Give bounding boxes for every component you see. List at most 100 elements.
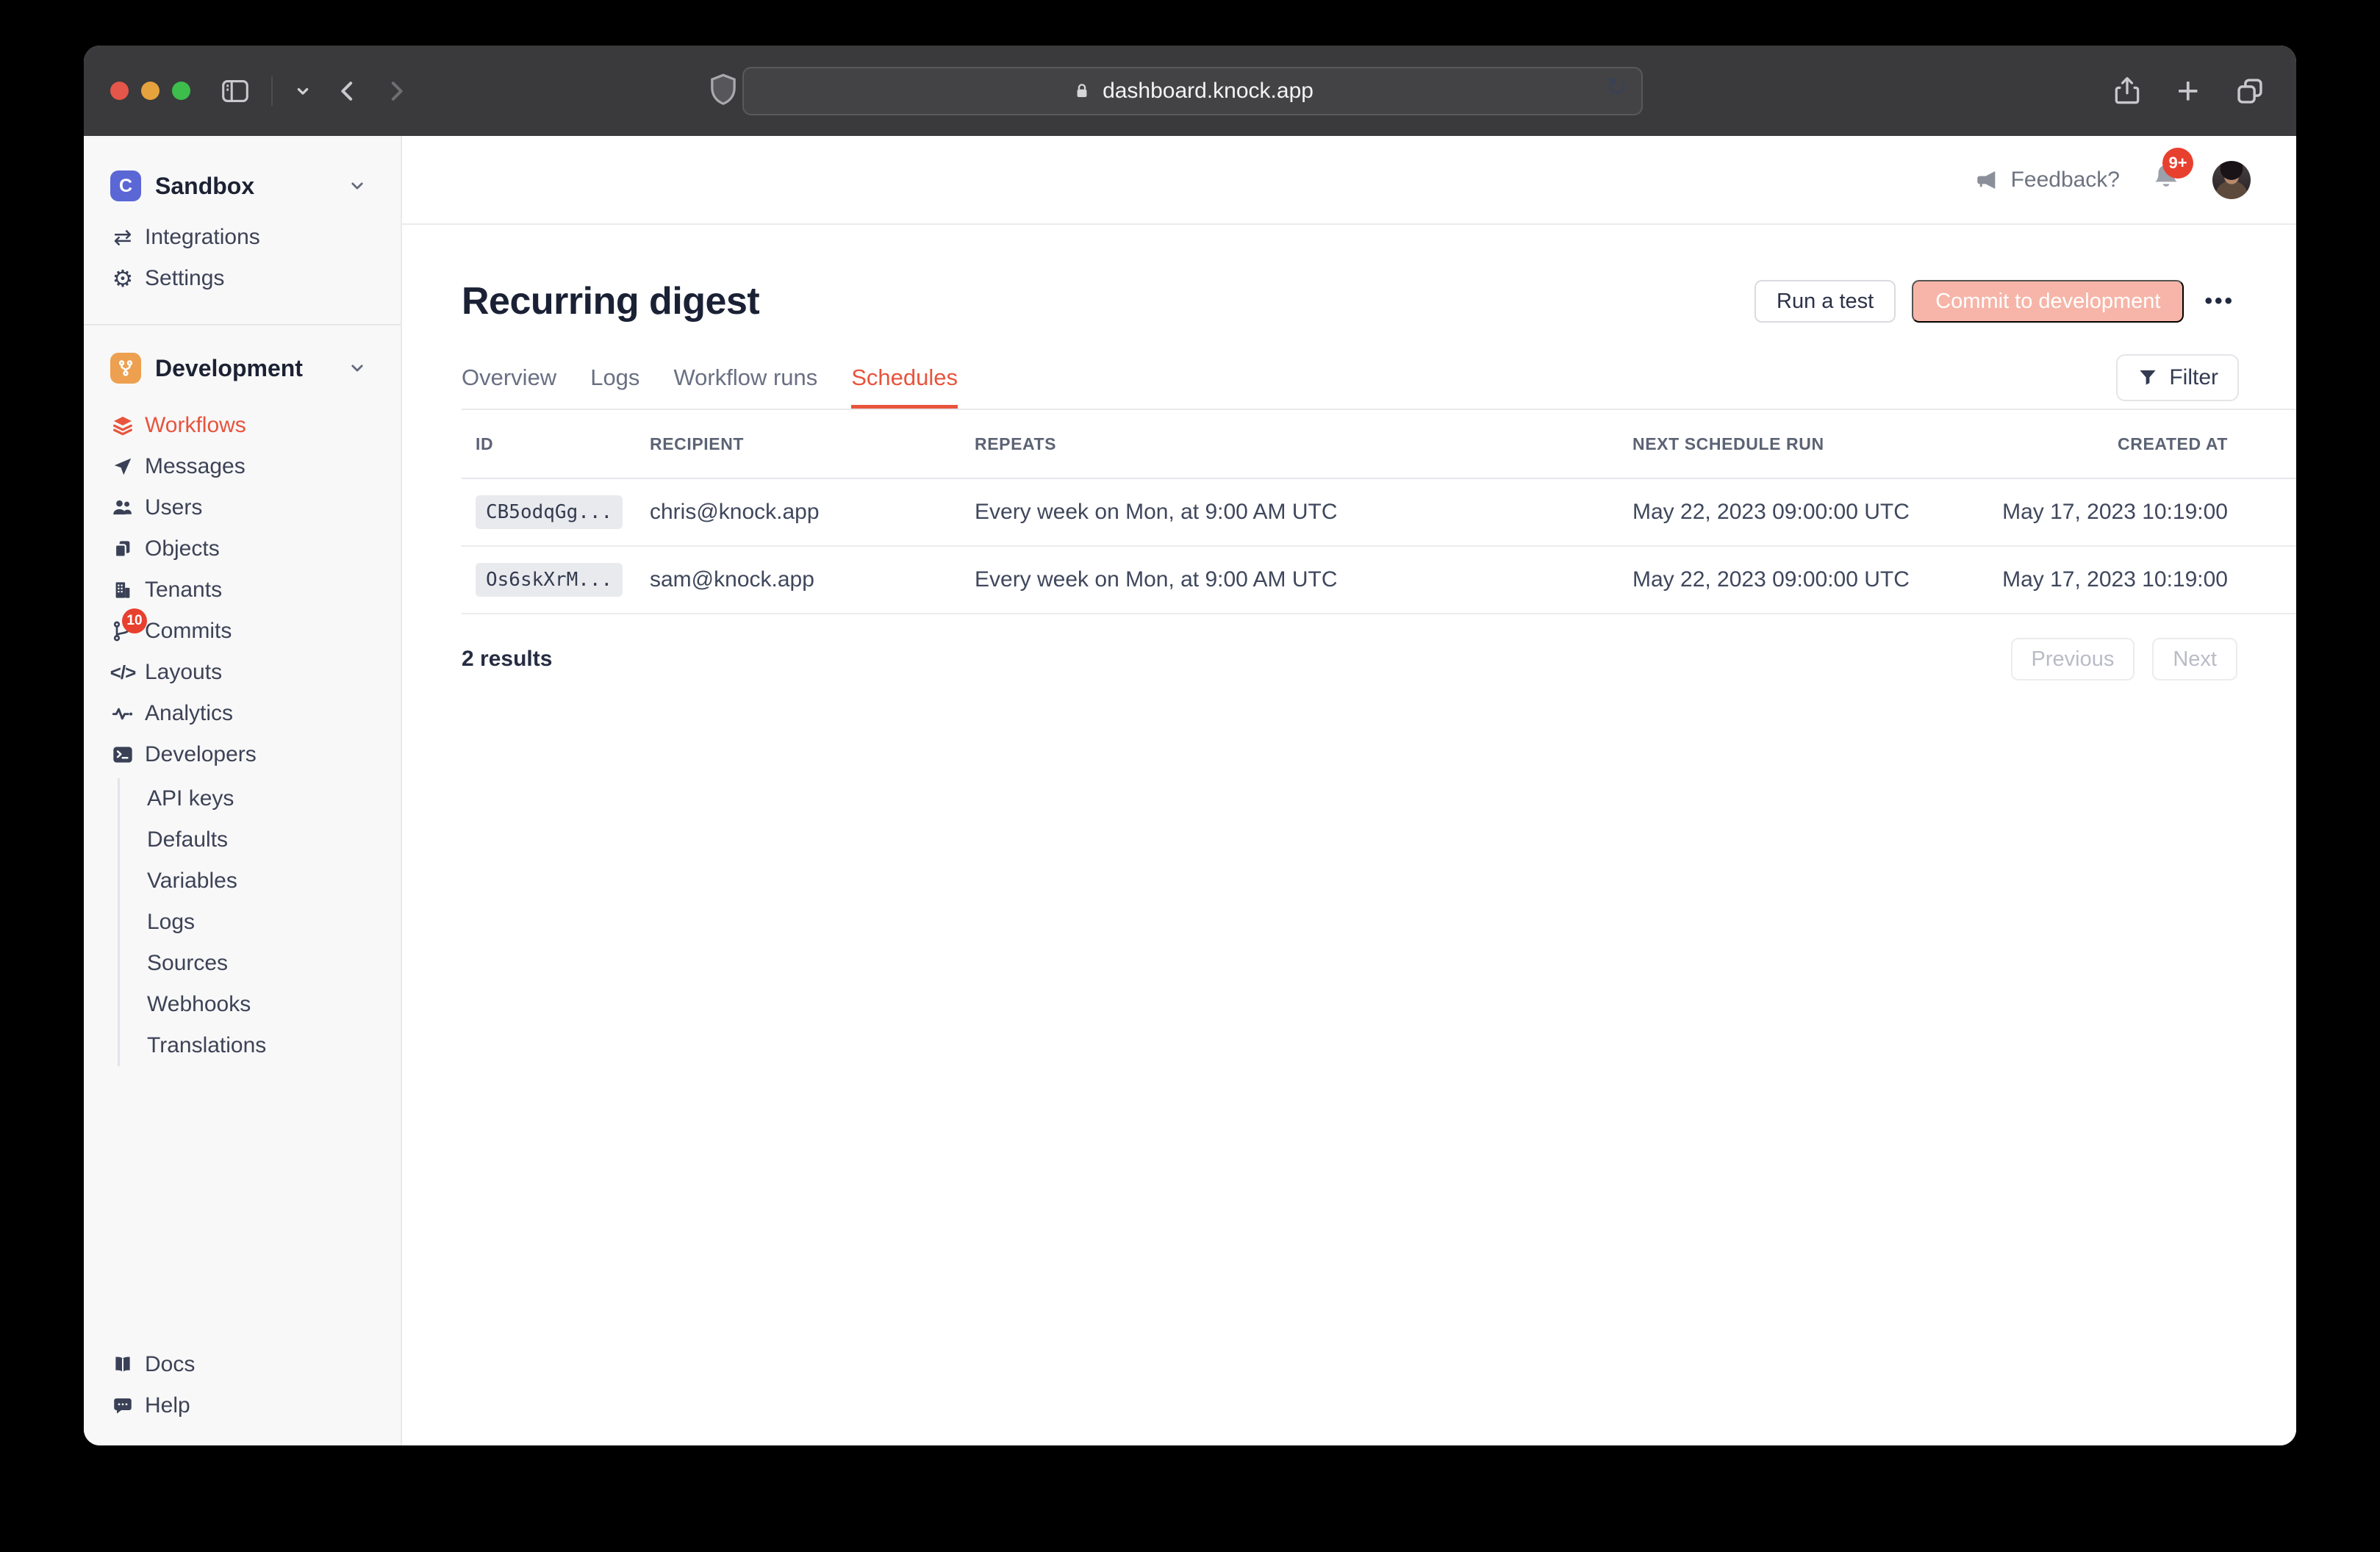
url-text: dashboard.knock.app [1103, 79, 1313, 104]
column-header-recipient: RECIPIENT [650, 434, 975, 454]
sidebar-item-label: API keys [147, 786, 234, 811]
page-title: Recurring digest [462, 279, 1754, 323]
environment-branch-icon [110, 353, 141, 384]
lock-icon [1072, 81, 1092, 101]
next-run-cell: May 22, 2023 09:00:00 UTC [1632, 500, 2002, 525]
minimize-window-button[interactable] [141, 82, 159, 100]
documents-icon [110, 538, 135, 560]
column-header-id: ID [476, 434, 650, 454]
privacy-shield-icon[interactable] [703, 69, 744, 110]
sidebar-item-defaults[interactable]: Defaults [120, 819, 401, 861]
sidebar-item-commits[interactable]: 10 Commits [84, 611, 401, 652]
sidebar-item-label: Settings [145, 266, 224, 291]
back-button[interactable] [333, 76, 362, 106]
next-run-cell: May 22, 2023 09:00:00 UTC [1632, 567, 2002, 592]
sidebar-item-analytics[interactable]: Analytics [84, 693, 401, 734]
workspace-switcher[interactable]: C Sandbox [84, 165, 401, 206]
sidebar: C Sandbox ⇄ Integrations ⚙ Settings [84, 136, 402, 1445]
reload-icon[interactable]: ↻ [1606, 73, 1627, 102]
sidebar-item-sources[interactable]: Sources [120, 943, 401, 984]
schedule-id-chip[interactable]: CB5odqGg... [476, 495, 623, 529]
sidebar-toggle-icon[interactable] [218, 74, 252, 108]
paper-plane-icon [110, 456, 135, 478]
sidebar-item-label: Developers [145, 742, 257, 767]
app-header: Feedback? 9+ [402, 136, 2296, 225]
git-branch-icon: 10 [110, 619, 135, 643]
forward-button[interactable] [381, 76, 411, 106]
tab-overview-icon[interactable] [2233, 74, 2267, 108]
building-icon [110, 579, 135, 601]
desktop-background: dashboard.knock.app ↻ + [0, 0, 2380, 1552]
address-bar[interactable]: dashboard.knock.app ↻ [742, 67, 1643, 115]
sidebar-item-help[interactable]: Help [84, 1385, 401, 1426]
table-row[interactable]: Os6skXrM... sam@knock.app Every week on … [462, 547, 2296, 614]
tab-overview[interactable]: Overview [462, 364, 556, 409]
workspace-name: Sandbox [155, 173, 254, 200]
next-page-button[interactable]: Next [2152, 638, 2237, 680]
schedule-id-chip[interactable]: Os6skXrM... [476, 563, 623, 597]
sidebar-item-label: Help [145, 1393, 190, 1418]
sidebar-item-label: Webhooks [147, 992, 251, 1017]
environment-switcher[interactable]: Development [84, 348, 401, 389]
sidebar-item-settings[interactable]: ⚙ Settings [84, 258, 401, 299]
sidebar-item-integrations[interactable]: ⇄ Integrations [84, 217, 401, 258]
funnel-icon [2137, 367, 2159, 389]
sidebar-item-api-keys[interactable]: API keys [120, 778, 401, 819]
sidebar-item-label: Sources [147, 951, 228, 976]
traffic-lights [110, 82, 190, 100]
sidebar-item-messages[interactable]: Messages [84, 446, 401, 487]
gear-icon: ⚙ [110, 265, 135, 292]
users-icon [110, 496, 135, 520]
sidebar-item-variables[interactable]: Variables [120, 861, 401, 902]
toolbar-separator [271, 76, 273, 106]
tab-logs[interactable]: Logs [590, 364, 639, 409]
table-row[interactable]: CB5odqGg... chris@knock.app Every week o… [462, 479, 2296, 547]
sidebar-item-layouts[interactable]: </> Layouts [84, 652, 401, 693]
schedules-table: ID RECIPIENT REPEATS NEXT SCHEDULE RUN C… [462, 410, 2296, 614]
notifications-button[interactable]: 9+ [2149, 161, 2183, 198]
user-avatar[interactable] [2212, 161, 2251, 199]
feedback-button[interactable]: Feedback? [1974, 168, 2120, 193]
pulse-icon [110, 702, 135, 725]
chevron-down-icon[interactable] [292, 80, 314, 102]
table-footer: 2 results Previous Next [462, 638, 2296, 680]
sidebar-footer: Docs Help [84, 1344, 401, 1426]
sidebar-item-workflows[interactable]: Workflows [84, 405, 401, 446]
run-a-test-button[interactable]: Run a test [1754, 280, 1896, 323]
sidebar-item-label: Translations [147, 1033, 266, 1058]
sidebar-item-label: Defaults [147, 827, 228, 852]
sidebar-item-label: Commits [145, 619, 232, 644]
table-header-row: ID RECIPIENT REPEATS NEXT SCHEDULE RUN C… [462, 410, 2296, 479]
tab-schedules[interactable]: Schedules [851, 364, 958, 409]
sidebar-item-developers[interactable]: Developers [84, 734, 401, 775]
sidebar-item-label: Tenants [145, 578, 222, 603]
commit-to-development-button[interactable]: Commit to development [1912, 280, 2184, 323]
filter-label: Filter [2169, 365, 2218, 390]
close-window-button[interactable] [110, 82, 129, 100]
sidebar-item-label: Layouts [145, 660, 222, 685]
tab-workflow-runs[interactable]: Workflow runs [673, 364, 817, 409]
commits-count-badge: 10 [122, 608, 147, 633]
recipient-cell: sam@knock.app [650, 567, 975, 592]
developers-submenu: API keys Defaults Variables Logs Sources… [118, 778, 401, 1066]
sidebar-item-webhooks[interactable]: Webhooks [120, 984, 401, 1025]
sidebar-item-translations[interactable]: Translations [120, 1025, 401, 1066]
new-tab-icon[interactable]: + [2177, 72, 2199, 110]
chat-bubble-icon [110, 1395, 135, 1417]
notification-count-badge: 9+ [2162, 148, 2193, 179]
more-options-button[interactable]: ••• [2200, 289, 2239, 314]
recipient-cell: chris@knock.app [650, 500, 975, 525]
share-icon[interactable] [2111, 75, 2143, 107]
sidebar-item-logs[interactable]: Logs [120, 902, 401, 943]
chevron-down-icon [346, 175, 368, 197]
sidebar-item-users[interactable]: Users [84, 487, 401, 528]
zoom-window-button[interactable] [172, 82, 190, 100]
browser-window: dashboard.knock.app ↻ + [84, 46, 2296, 1445]
sidebar-item-tenants[interactable]: Tenants [84, 570, 401, 611]
column-header-created-at: CREATED AT [2118, 434, 2228, 454]
previous-page-button[interactable]: Previous [2011, 638, 2135, 680]
filter-button[interactable]: Filter [2116, 354, 2239, 401]
sidebar-item-docs[interactable]: Docs [84, 1344, 401, 1385]
sidebar-item-objects[interactable]: Objects [84, 528, 401, 570]
sidebar-item-label: Objects [145, 536, 220, 561]
